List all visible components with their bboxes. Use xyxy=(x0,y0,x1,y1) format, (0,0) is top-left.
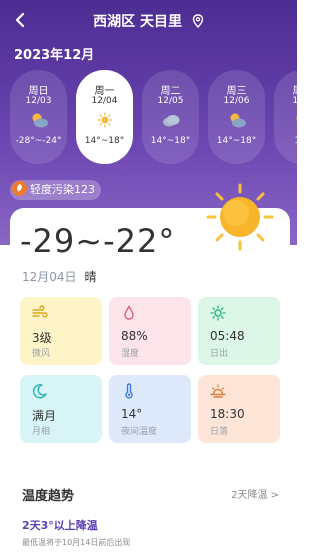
sunset-value: 18:30 xyxy=(210,407,245,421)
partly-cloudy-icon xyxy=(230,113,246,128)
night-temp-tile[interactable]: 14° 夜间温度 xyxy=(109,375,191,443)
wind-label: 微风 xyxy=(32,349,51,359)
day-item[interactable]: 周日 12/0 14° xyxy=(274,70,297,164)
top-bar: 西湖区 天目里 xyxy=(0,0,297,40)
thermometer-icon xyxy=(125,383,133,399)
day-name: 周一 xyxy=(94,86,115,97)
moon-phase-value: 满月 xyxy=(32,409,57,423)
day-date: 12/03 xyxy=(25,96,52,106)
night-temp-label: 夜间温度 xyxy=(121,427,158,437)
day-temp-range: 14°~18° xyxy=(216,136,257,146)
day-item[interactable]: 周三 12/06 14°~18° xyxy=(208,70,265,164)
current-temperature: -29~-22° xyxy=(20,222,176,260)
humidity-label: 湿度 xyxy=(121,349,140,359)
wind-value: 3级 xyxy=(32,331,52,345)
sunset-label: 日落 xyxy=(210,427,229,437)
day-date: 12/04 xyxy=(91,96,118,106)
location-pin-icon xyxy=(192,14,204,28)
air-quality-label: 轻度污染123 xyxy=(30,183,95,196)
sun-icon xyxy=(206,183,274,251)
day-date: 12/05 xyxy=(157,96,184,106)
drop-icon xyxy=(124,305,134,320)
night-temp-value: 14° xyxy=(121,407,143,421)
day-item[interactable]: 周日 12/03 -28°~-24° xyxy=(10,70,67,164)
leaf-icon xyxy=(12,181,27,196)
day-name: 周日 xyxy=(274,82,298,97)
day-date: 12/06 xyxy=(223,96,250,106)
day-item[interactable]: 周二 12/05 14°~18° xyxy=(142,70,199,164)
day-name: 周日 xyxy=(28,86,49,97)
trend-title: 温度趋势 xyxy=(22,489,75,504)
sunset-tile[interactable]: 18:30 日落 xyxy=(198,375,280,443)
page-title-wrap[interactable]: 西湖区 天目里 xyxy=(0,11,297,31)
humidity-tile[interactable]: 88% 湿度 xyxy=(109,297,191,365)
current-condition: 晴 xyxy=(84,270,97,284)
sunrise-label: 日出 xyxy=(210,349,229,359)
sunrise-icon xyxy=(210,305,226,321)
day-name: 周三 xyxy=(226,86,247,97)
moon-icon xyxy=(32,384,47,399)
current-date-line: 12月04日晴 xyxy=(22,268,97,285)
day-name: 周二 xyxy=(160,86,181,97)
partly-cloudy-icon xyxy=(32,113,48,128)
day-date: 12/0 xyxy=(292,96,297,106)
humidity-value: 88% xyxy=(121,329,148,343)
air-quality-badge[interactable]: 轻度污染123 xyxy=(10,180,101,200)
sunrise-value: 05:48 xyxy=(210,329,245,343)
day-selector: 周日 12/03 -28°~-24° 周一 12/04 14°~18° 周二 1… xyxy=(10,70,297,166)
trend-headline: 2天3°以上降温 xyxy=(22,519,98,532)
trend-subtext: 最低温将于10月14日前后出现 xyxy=(22,538,131,547)
cloud-icon xyxy=(163,115,180,127)
wind-tile[interactable]: 3级 微风 xyxy=(20,297,102,365)
day-temp-range: -28°~-24° xyxy=(15,136,62,146)
trend-link[interactable]: 2天降温 > xyxy=(231,486,279,501)
day-temp-range: 14°~18° xyxy=(84,136,125,146)
day-item-selected[interactable]: 周一 12/04 14°~18° xyxy=(76,70,133,164)
day-temp-range: 14°~18° xyxy=(150,136,191,146)
wind-icon xyxy=(32,305,48,318)
moon-phase-tile[interactable]: 满月 月相 xyxy=(20,375,102,443)
current-date: 12月04日 xyxy=(22,270,77,284)
sunset-icon xyxy=(210,384,226,398)
month-label: 2023年12月 xyxy=(14,48,95,63)
moon-phase-label: 月相 xyxy=(32,427,51,437)
page-title: 西湖区 天目里 xyxy=(93,14,182,30)
partly-cloudy-icon xyxy=(296,115,297,121)
sun-icon xyxy=(97,112,113,128)
day-temp-range: 14° xyxy=(274,136,297,146)
sunrise-tile[interactable]: 05:48 日出 xyxy=(198,297,280,365)
